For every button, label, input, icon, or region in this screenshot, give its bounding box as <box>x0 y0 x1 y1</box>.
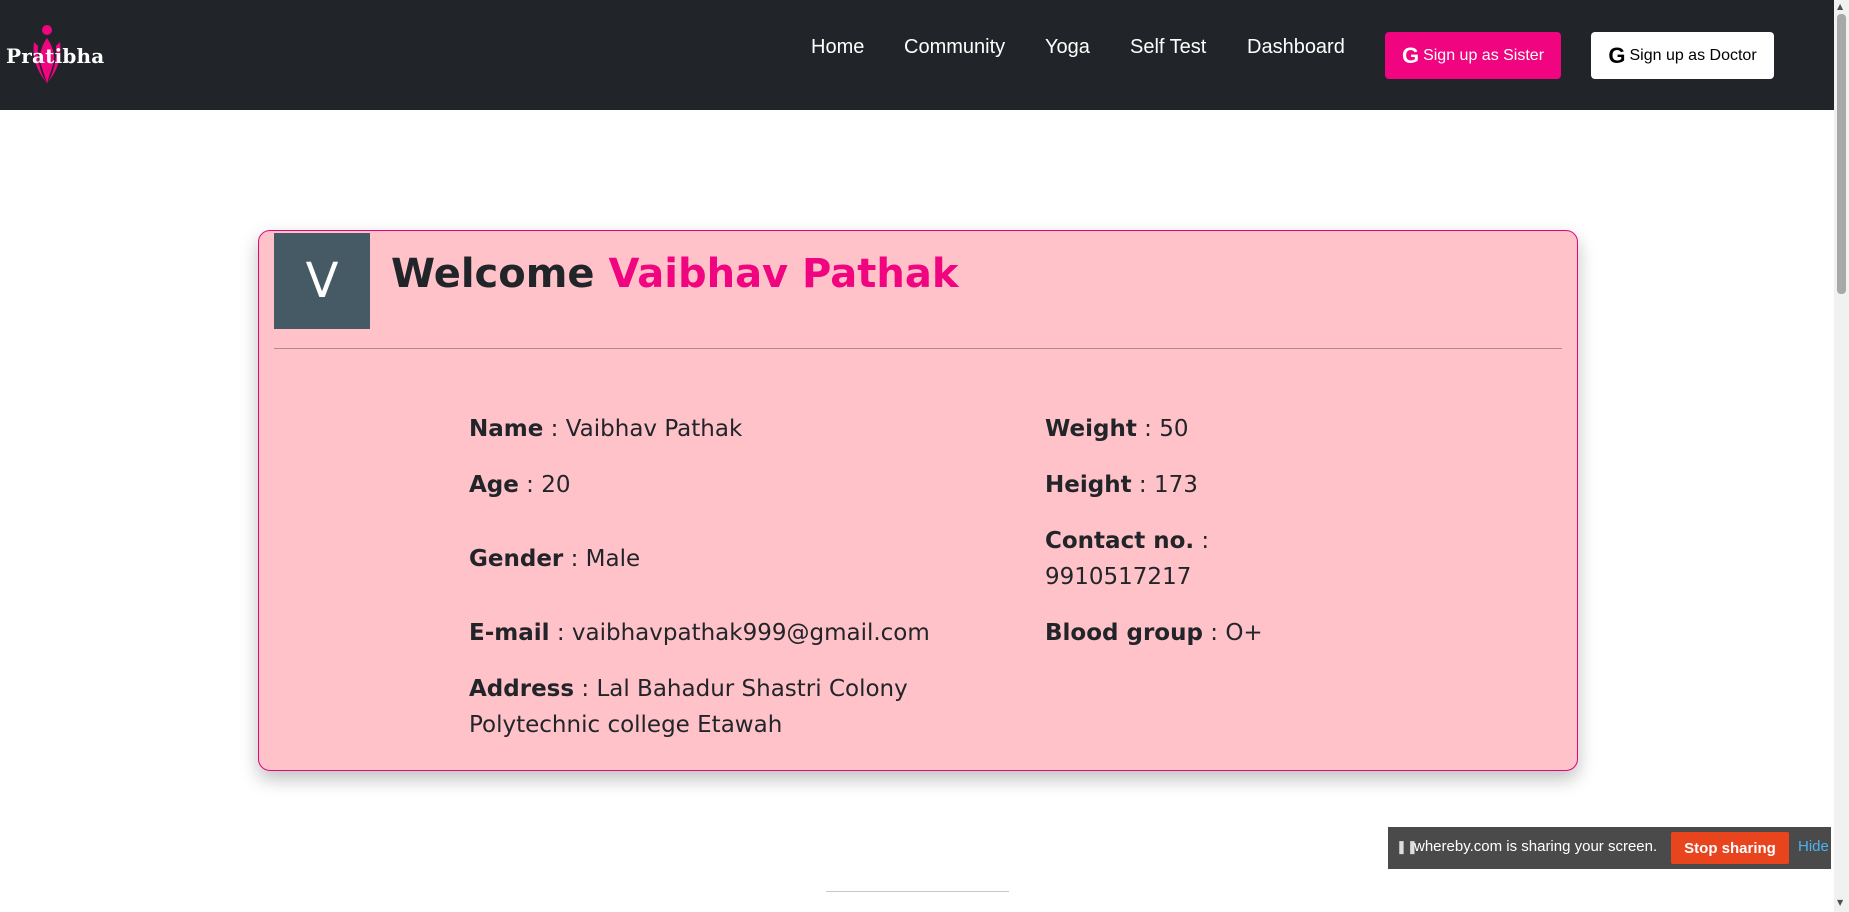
field-contact: Contact no. : 9910517217 <box>1045 528 1210 590</box>
field-contact-label: Contact no. <box>1045 528 1195 554</box>
field-blood-value: O+ <box>1225 620 1263 646</box>
card-divider <box>274 348 1562 349</box>
section-divider <box>826 891 1009 892</box>
welcome-heading: Welcome Vaibhav Pathak <box>391 251 958 297</box>
nav-dashboard[interactable]: Dashboard <box>1247 36 1345 59</box>
field-height: Height : 173 <box>1045 472 1198 498</box>
field-name-value: Vaibhav Pathak <box>565 416 743 442</box>
welcome-prefix: Welcome <box>391 251 595 297</box>
signup-sister-button[interactable]: G Sign up as Sister <box>1385 32 1561 79</box>
field-age-value: 20 <box>541 472 571 498</box>
nav-home[interactable]: Home <box>811 36 864 59</box>
field-name: Name : Vaibhav Pathak <box>469 416 743 442</box>
avatar: V <box>274 233 370 329</box>
field-name-label: Name <box>469 416 544 442</box>
field-blood-group: Blood group : O+ <box>1045 620 1263 646</box>
google-icon: G <box>1608 42 1626 68</box>
scroll-thumb[interactable] <box>1837 14 1846 294</box>
field-gender-label: Gender <box>469 546 564 572</box>
field-email-value: vaibhavpathak999@gmail.com <box>571 620 930 646</box>
google-icon: G <box>1401 42 1420 68</box>
profile-card: V Welcome Vaibhav Pathak Name : Vaibhav … <box>258 230 1578 771</box>
signup-doctor-label: Sign up as Doctor <box>1629 46 1757 64</box>
field-gender: Gender : Male <box>469 546 641 572</box>
nav-yoga[interactable]: Yoga <box>1045 36 1090 59</box>
nav-self-test[interactable]: Self Test <box>1130 36 1206 59</box>
field-contact-value: 9910517217 <box>1045 564 1192 590</box>
brand-name[interactable]: Pratibha <box>6 44 104 68</box>
share-message: whereby.com is sharing your screen. <box>1414 838 1658 855</box>
field-address-label: Address <box>469 676 575 702</box>
field-address: Address : Lal Bahadur Shastri Colony Pol… <box>469 676 908 738</box>
field-age: Age : 20 <box>469 472 571 498</box>
signup-sister-label: Sign up as Sister <box>1423 46 1545 64</box>
field-gender-value: Male <box>585 546 641 572</box>
field-weight-value: 50 <box>1159 416 1189 442</box>
page-scrollbar[interactable]: ▲ ▼ <box>1834 0 1849 912</box>
field-height-value: 173 <box>1153 472 1198 498</box>
screen-share-bar: ❚❚ whereby.com is sharing your screen. S… <box>1388 827 1831 869</box>
field-email: E-mail : vaibhavpathak999@gmail.com <box>469 620 930 646</box>
nav-community[interactable]: Community <box>904 36 1005 59</box>
welcome-user-name: Vaibhav Pathak <box>608 251 959 297</box>
scroll-up-arrow-icon[interactable]: ▲ <box>1837 2 1843 11</box>
field-email-label: E-mail <box>469 620 550 646</box>
scroll-down-arrow-icon[interactable]: ▼ <box>1837 898 1843 907</box>
signup-doctor-button[interactable]: G Sign up as Doctor <box>1591 32 1774 79</box>
field-blood-label: Blood group <box>1045 620 1203 646</box>
stop-sharing-button[interactable]: Stop sharing <box>1671 832 1789 864</box>
top-navbar: Pratibha Home Community Yoga Self Test D… <box>0 0 1834 110</box>
hide-share-bar-link[interactable]: Hide <box>1798 838 1829 855</box>
field-weight-label: Weight <box>1045 416 1137 442</box>
field-age-label: Age <box>469 472 519 498</box>
field-height-label: Height <box>1045 472 1132 498</box>
field-weight: Weight : 50 <box>1045 416 1189 442</box>
